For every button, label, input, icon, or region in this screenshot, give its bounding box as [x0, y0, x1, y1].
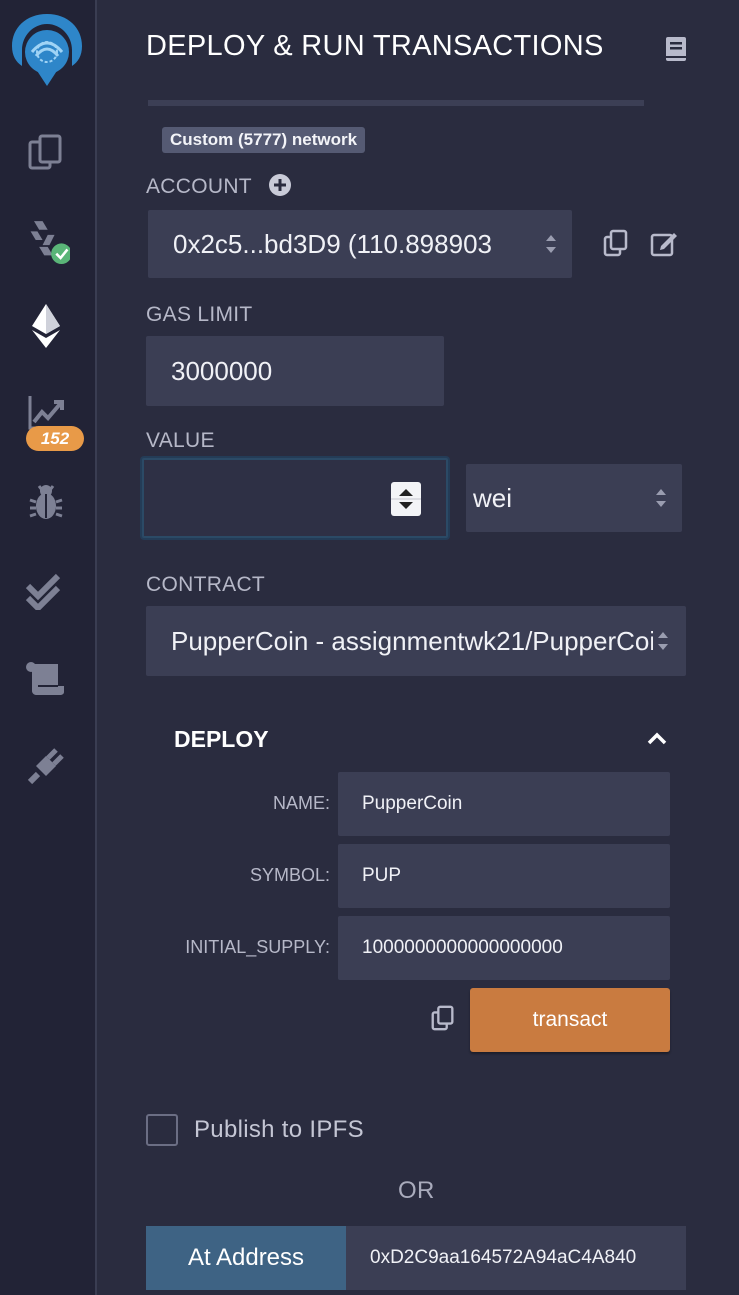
- icon-panel: 152: [0, 0, 97, 1295]
- param-initial-supply-value: 1000000000000000000: [362, 937, 563, 958]
- value-input[interactable]: [142, 458, 448, 538]
- param-name-label: NAME:: [272, 793, 330, 813]
- account-label: ACCOUNT: [146, 175, 252, 198]
- select-arrows-icon: [658, 632, 668, 650]
- select-arrows-icon: [546, 235, 556, 253]
- plugin-manager-plug-icon[interactable]: [22, 742, 70, 790]
- contract-select[interactable]: PupperCoin - assignmentwk21/PupperCoin: [146, 606, 686, 676]
- contract-label: CONTRACT: [146, 573, 266, 596]
- chevron-up-icon[interactable]: [644, 726, 670, 752]
- deploy-section-title: DEPLOY: [174, 726, 269, 752]
- add-account-plus-icon[interactable]: [267, 172, 293, 198]
- debugger-bug-icon[interactable]: [22, 478, 70, 526]
- account-value: 0x2c5...bd3D9 (110.898903: [173, 228, 492, 259]
- gas-limit-label: GAS LIMIT: [146, 303, 253, 326]
- number-stepper-icon[interactable]: [391, 482, 421, 516]
- file-explorer-icon[interactable]: [22, 128, 70, 176]
- solidity-compiler-icon[interactable]: [22, 216, 70, 264]
- param-initial-supply-label: INITIAL_SUPPLY:: [185, 937, 330, 957]
- gas-limit-input[interactable]: 3000000: [146, 336, 444, 406]
- param-symbol-label: SYMBOL:: [249, 865, 330, 885]
- at-address-input[interactable]: 0xD2C9aa164572A94aC4A840: [346, 1226, 686, 1290]
- network-badge: Custom (5777) network: [162, 127, 366, 153]
- edit-signature-icon[interactable]: [649, 228, 679, 258]
- remix-logo-icon[interactable]: [4, 8, 90, 94]
- at-address-value: 0xD2C9aa164572A94aC4A840: [370, 1247, 637, 1268]
- divider: [148, 100, 644, 106]
- analysis-count-badge: 152: [26, 426, 84, 451]
- contract-value: PupperCoin - assignmentwk21/PupperCoin: [171, 625, 653, 656]
- publish-ipfs-checkbox[interactable]: [146, 1114, 178, 1146]
- param-name-value: PupperCoin: [362, 793, 463, 814]
- param-symbol-value: PUP: [362, 865, 402, 886]
- value-label: VALUE: [146, 429, 215, 452]
- value-unit-select[interactable]: wei: [466, 464, 682, 532]
- scroll-icon[interactable]: [22, 654, 70, 702]
- select-arrows-icon: [656, 489, 666, 507]
- at-address-button[interactable]: At Address: [146, 1226, 346, 1290]
- testing-double-check-icon[interactable]: [22, 566, 70, 614]
- copy-address-icon[interactable]: [601, 228, 631, 258]
- value-unit: wei: [473, 482, 513, 513]
- gas-limit-value: 3000000: [171, 355, 273, 386]
- copy-calldata-icon[interactable]: [429, 1004, 457, 1032]
- page-title: DEPLOY & RUN TRANSACTIONS: [146, 30, 604, 62]
- param-symbol-input[interactable]: PUP: [338, 844, 670, 908]
- documentation-book-icon[interactable]: [661, 34, 691, 64]
- account-select[interactable]: 0x2c5...bd3D9 (110.898903: [148, 210, 572, 278]
- publish-ipfs-label: Publish to IPFS: [194, 1116, 364, 1143]
- param-name-input[interactable]: PupperCoin: [338, 772, 670, 836]
- param-initial-supply-input[interactable]: 1000000000000000000: [338, 916, 670, 980]
- transact-button[interactable]: transact: [470, 988, 670, 1052]
- deploy-run-ethereum-icon[interactable]: [22, 302, 70, 350]
- deploy-run-panel: DEPLOY & RUN TRANSACTIONS Custom (5777) …: [99, 0, 739, 1295]
- or-separator: OR: [398, 1177, 435, 1204]
